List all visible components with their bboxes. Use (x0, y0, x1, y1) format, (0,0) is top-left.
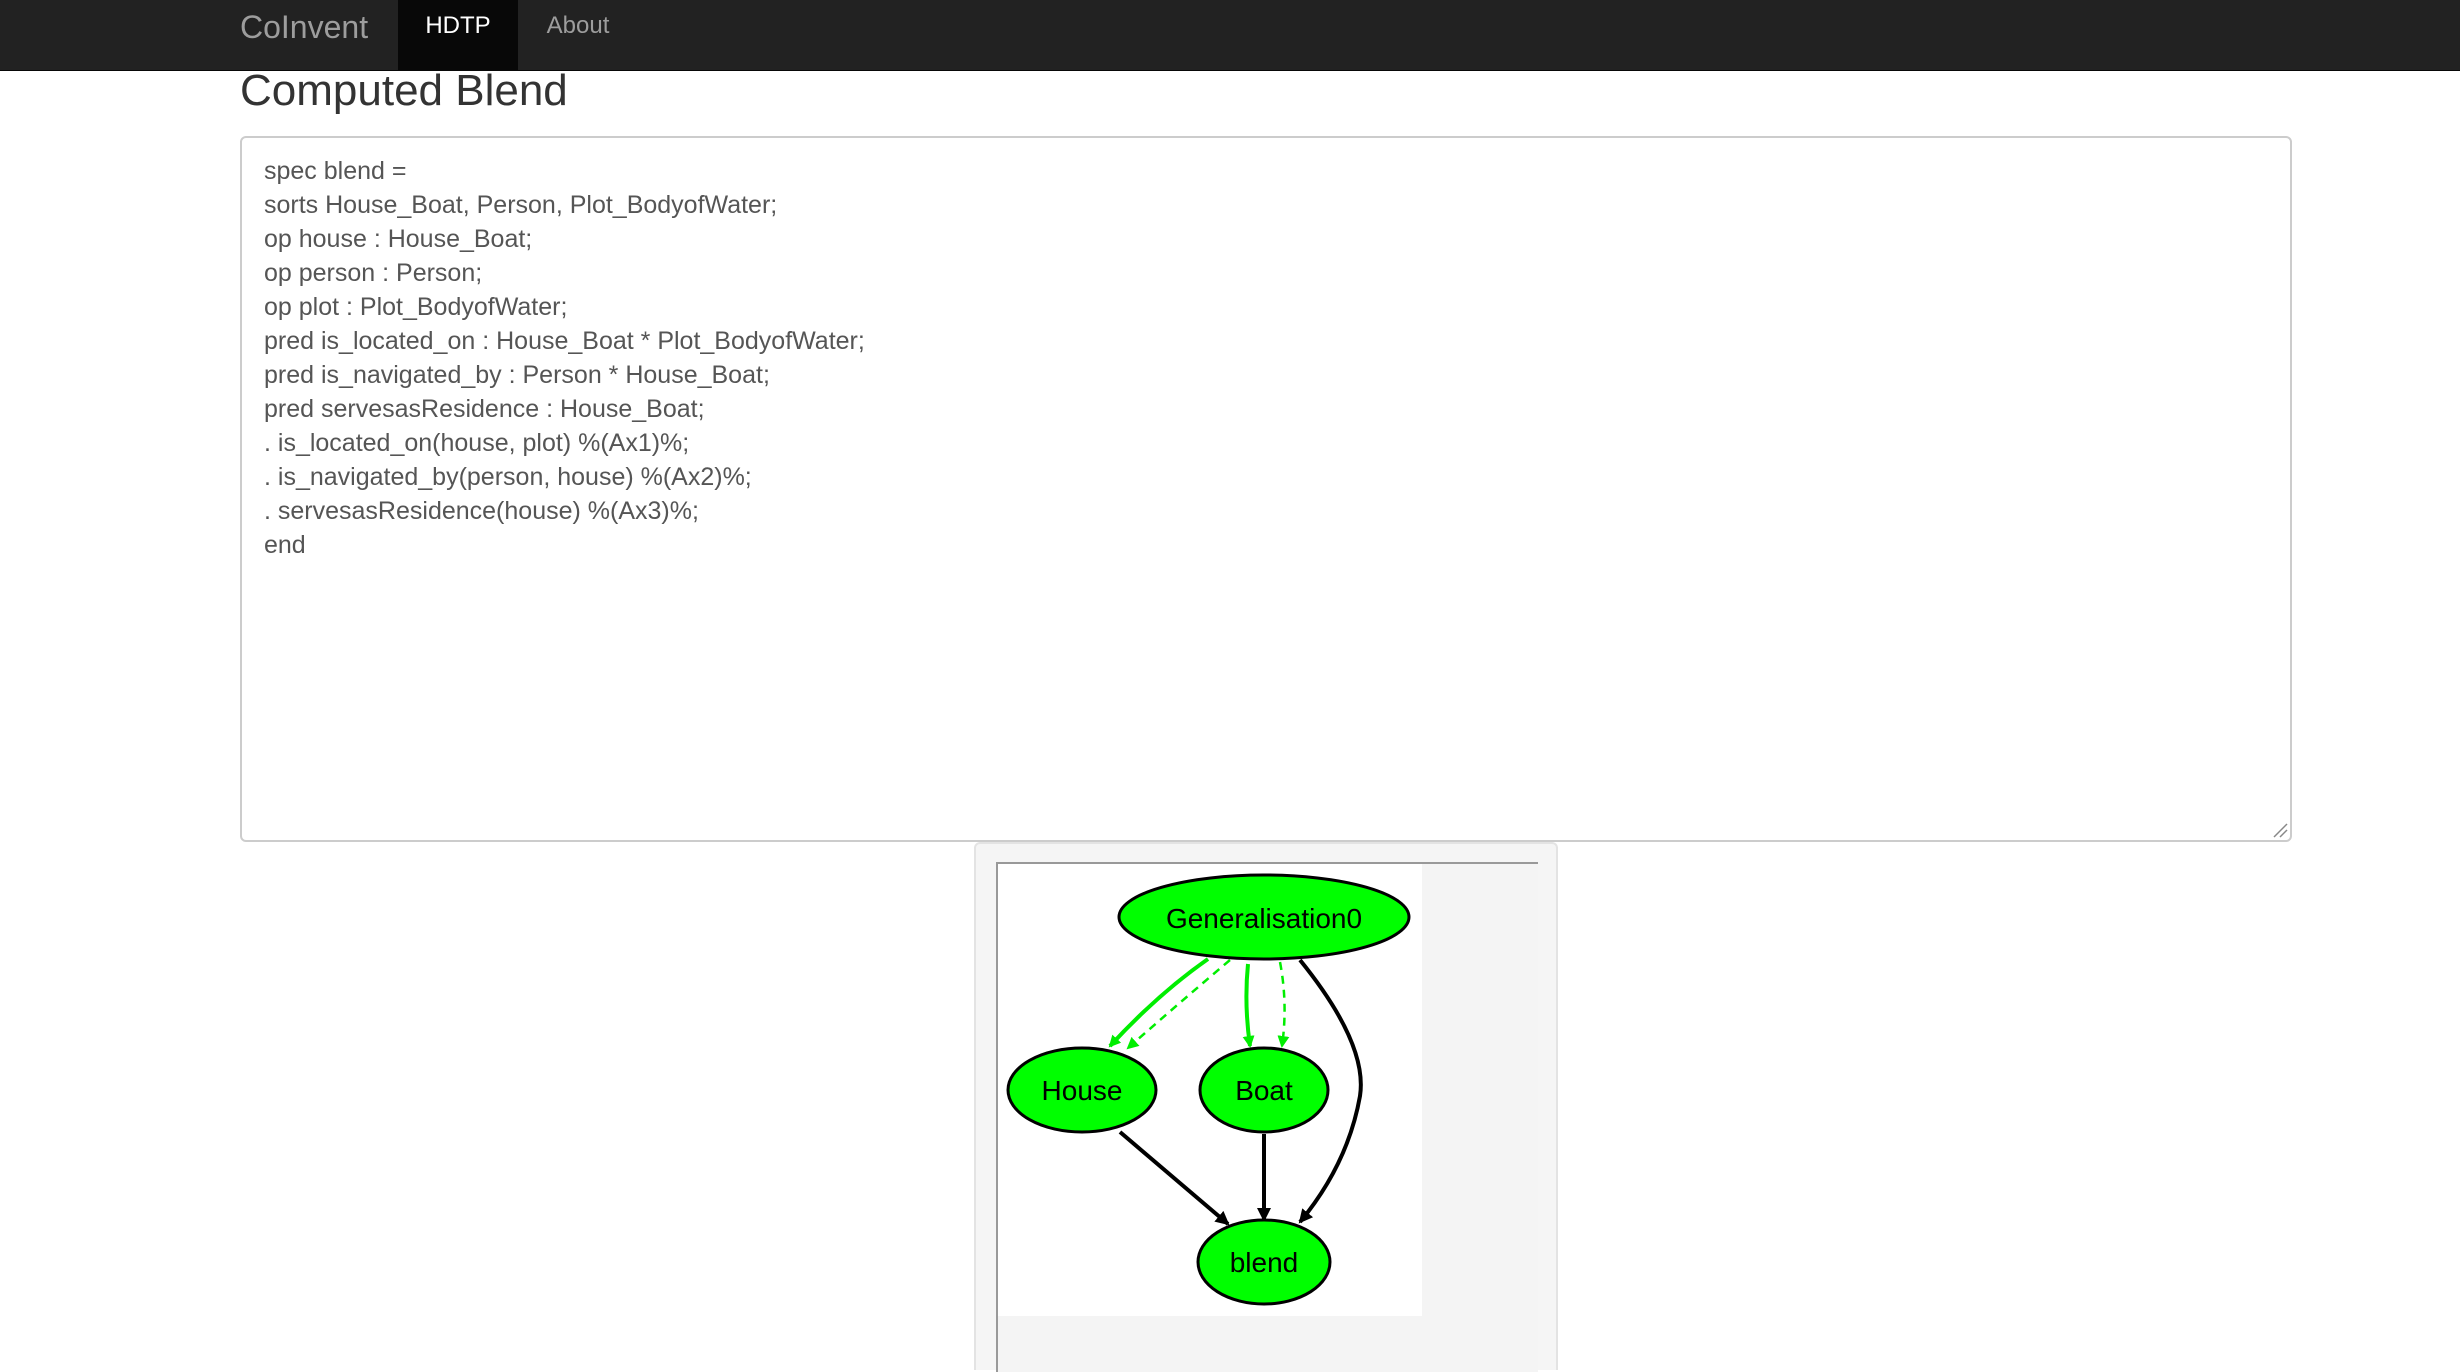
node-boat-label: Boat (1235, 1075, 1293, 1106)
graph-viewport: Generalisation0 House Boat blend (996, 862, 1538, 1372)
node-generalisation[interactable]: Generalisation0 (1117, 873, 1411, 961)
brand-link[interactable]: CoInvent (240, 0, 368, 54)
node-house[interactable]: House (1006, 1046, 1158, 1134)
textarea-resize-icon[interactable] (2272, 822, 2288, 838)
node-house-label: House (1042, 1075, 1123, 1106)
nav-item-about[interactable]: About (518, 0, 638, 70)
node-blend[interactable]: blend (1196, 1218, 1332, 1306)
navbar: CoInvent HDTP About (0, 0, 2460, 71)
page-title: Computed Blend (240, 66, 568, 115)
node-boat[interactable]: Boat (1198, 1046, 1330, 1134)
graph-panel: Generalisation0 House Boat blend (974, 842, 1558, 1372)
nav-item-hdtp[interactable]: HDTP (398, 0, 518, 70)
blend-spec-textarea[interactable] (240, 136, 2292, 842)
node-generalisation-label: Generalisation0 (1166, 903, 1362, 934)
blend-graph: Generalisation0 House Boat blend (998, 864, 1422, 1316)
node-blend-label: blend (1230, 1247, 1299, 1278)
